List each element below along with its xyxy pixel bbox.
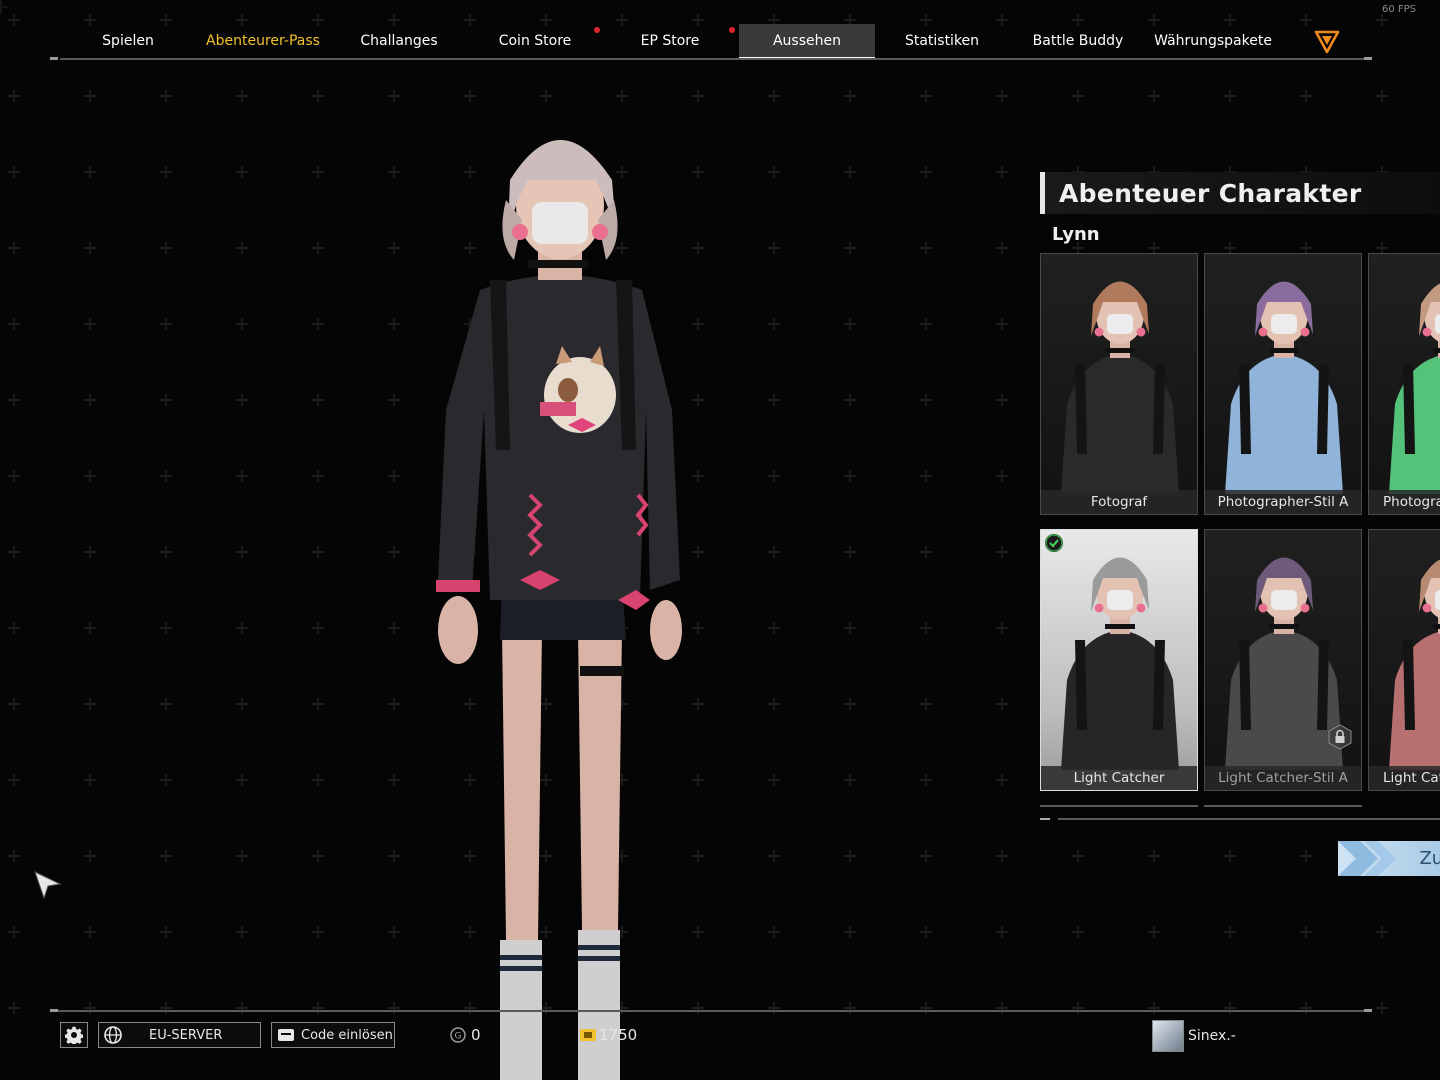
gold-currency: 1750 [580,1026,637,1044]
skin-card[interactable]: Photogra [1368,253,1440,515]
g-coin-icon: G [450,1027,466,1043]
mouse-cursor-icon [34,871,62,900]
globe-icon [104,1026,122,1044]
skin-label: Photogra [1369,490,1440,514]
svg-text:G: G [455,1032,462,1042]
tab-waehrungspakete[interactable]: Währungspakete [1145,24,1281,58]
character-name: Lynn [1052,224,1100,245]
card-edge [1040,805,1198,807]
avatar [1152,1020,1184,1052]
gold-coin-icon [580,1029,596,1041]
skin-label: Fotograf [1041,490,1197,514]
notification-dot [729,27,735,33]
lock-icon [1328,724,1352,750]
tab-battle-buddy[interactable]: Battle Buddy [1010,24,1146,58]
redeem-code-button[interactable]: Code einlösen [271,1022,395,1048]
g-currency: G 0 [450,1026,481,1044]
tab-statistiken[interactable]: Statistiken [874,24,1010,58]
triangle-logo-icon[interactable] [1314,28,1340,54]
tab-spielen[interactable]: Spielen [60,24,196,58]
tab-abenteurer-pass[interactable]: Abenteurer-Pass [195,24,331,58]
skin-grid: Fotograf Photographer-Stil A Photogra Li… [1040,253,1440,813]
scroll-divider [1040,818,1440,820]
skin-thumbnail [1061,281,1179,494]
character-model[interactable] [410,110,710,1080]
bottom-divider-cap [50,1009,58,1012]
tab-ep-store[interactable]: EP Store [602,24,738,58]
skin-thumbnail [1389,283,1440,494]
gold-currency-amount: 1750 [599,1026,638,1044]
chevron-right-icon [1338,841,1396,876]
tab-coin-store[interactable]: Coin Store [467,24,603,58]
nav-divider-cap [1364,57,1372,60]
panel-title: Abenteuer Charakter [1040,172,1440,214]
back-button[interactable]: Zurü [1338,841,1440,876]
skin-card[interactable]: Light Cat [1368,529,1440,791]
notification-dot [594,27,600,33]
bottom-divider-cap [1364,1009,1372,1012]
back-button-label: Zurü [1419,848,1440,869]
gear-icon [65,1026,83,1044]
card-edge [1204,805,1362,807]
skin-thumbnail [1389,559,1440,770]
skin-card[interactable]: Photographer-Stil A [1204,253,1362,515]
skin-card[interactable]: Light Catcher-Stil A [1204,529,1362,791]
top-navigation: Spielen Abenteurer-Pass Challanges Coin … [60,24,1372,60]
nav-divider [60,58,1372,60]
server-label: EU-SERVER [149,1027,223,1043]
skin-thumbnail [1225,281,1343,494]
ticket-icon [278,1029,294,1041]
skin-label: Light Catcher [1041,766,1197,790]
nav-divider-cap [50,57,58,60]
user-profile[interactable]: Sinex.- [1152,1020,1236,1052]
settings-button[interactable] [60,1022,88,1048]
skin-label: Light Cat [1369,766,1440,790]
skin-thumbnail [1061,557,1179,770]
redeem-code-label: Code einlösen [301,1027,393,1043]
checkmark-icon [1045,534,1063,552]
fps-counter: 60 FPS [1381,4,1416,15]
g-currency-amount: 0 [471,1026,481,1044]
tab-challanges[interactable]: Challanges [331,24,467,58]
skin-card[interactable]: Fotograf [1040,253,1198,515]
skin-card[interactable]: Light Catcher [1040,529,1198,791]
tab-aussehen[interactable]: Aussehen [739,24,875,60]
skin-label: Photographer-Stil A [1205,490,1361,514]
username: Sinex.- [1188,1028,1236,1044]
bottom-divider [58,1010,1372,1012]
server-select-button[interactable]: EU-SERVER [98,1022,261,1048]
skin-label: Light Catcher-Stil A [1205,766,1361,790]
